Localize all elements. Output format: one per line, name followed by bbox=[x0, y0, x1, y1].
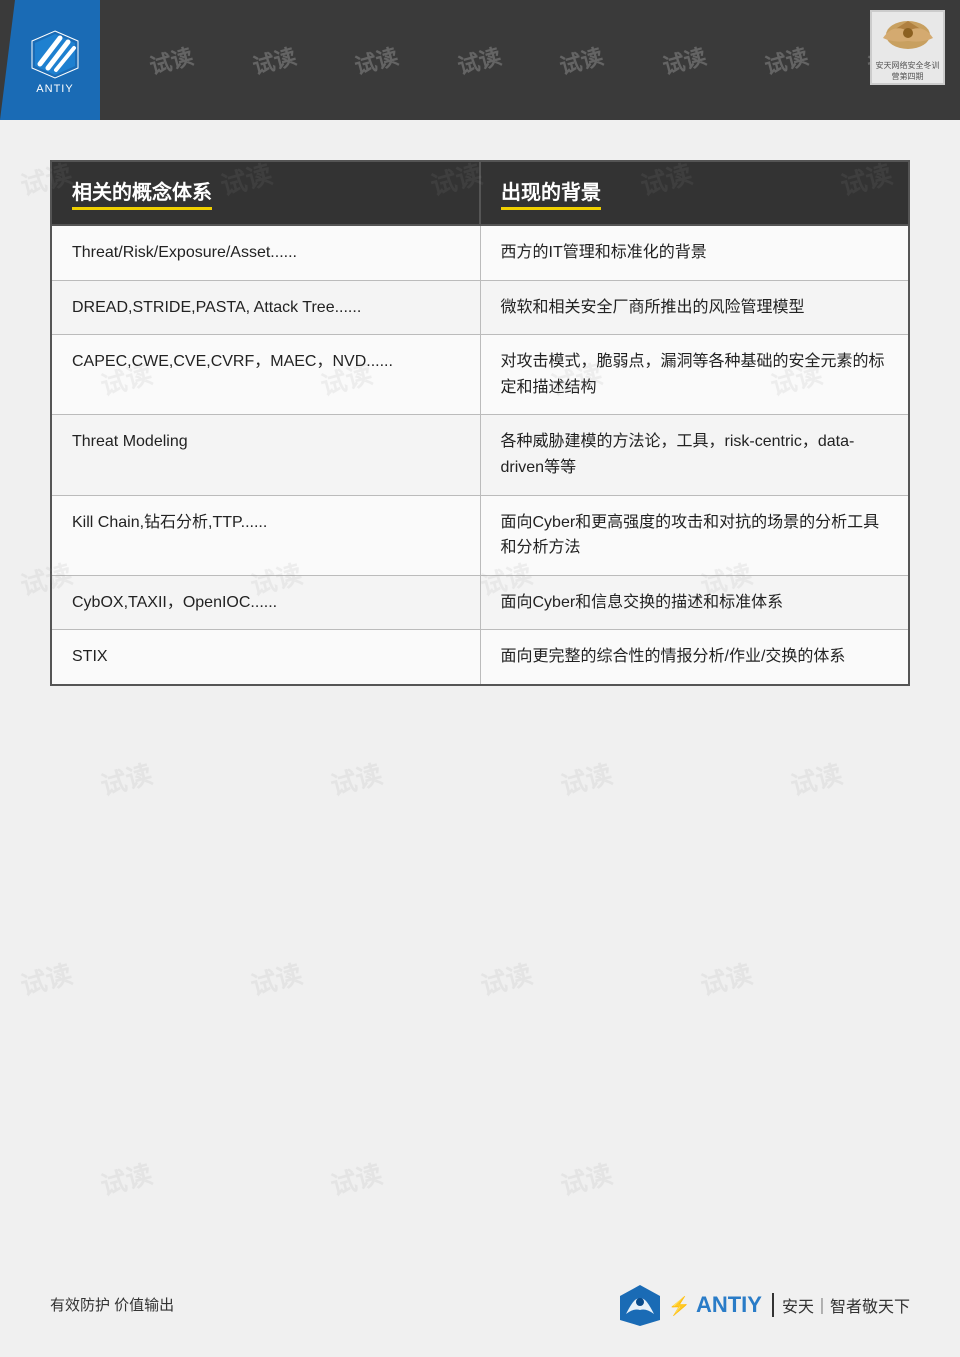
col-right-header-text: 出现的背景 bbox=[501, 176, 601, 210]
wm-4: 试读 bbox=[453, 39, 504, 81]
top-right-brand: 安天网络安全冬训营第四期 bbox=[870, 10, 945, 85]
table-row: Threat Modeling各种威胁建模的方法论，工具，risk-centri… bbox=[51, 415, 909, 495]
page-watermark-13: 试读 bbox=[96, 754, 156, 803]
table-cell-left: STIX bbox=[51, 630, 480, 685]
logo-text: ANTIY bbox=[36, 83, 73, 95]
page-watermark-20: 试读 bbox=[696, 954, 756, 1003]
brand-logo-inner: 安天网络安全冬训营第四期 bbox=[872, 13, 943, 82]
col-left-header-text: 相关的概念体系 bbox=[72, 176, 212, 210]
logo-box: ANTIY bbox=[0, 0, 100, 120]
main-table: 相关的概念体系 出现的背景 Threat/Risk/Exposure/Asset… bbox=[50, 160, 910, 686]
footer-brand-tagline: 安天｜智者敬天下 bbox=[772, 1293, 910, 1317]
col-right-header: 出现的背景 bbox=[480, 161, 909, 225]
table-cell-right: 微软和相关安全厂商所推出的风险管理模型 bbox=[480, 280, 909, 335]
table-row: Kill Chain,钻石分析,TTP......面向Cyber和更高强度的攻击… bbox=[51, 495, 909, 575]
page-watermark-23: 试读 bbox=[556, 1154, 616, 1203]
footer-brand-icon bbox=[618, 1282, 663, 1327]
col-left-header: 相关的概念体系 bbox=[51, 161, 480, 225]
footer: 有效防护 价值输出 ⚡ ANTIY 安天｜智者敬天下 bbox=[50, 1282, 910, 1327]
page-watermark-18: 试读 bbox=[246, 954, 306, 1003]
table-row: DREAD,STRIDE,PASTA, Attack Tree......微软和… bbox=[51, 280, 909, 335]
page-watermark-22: 试读 bbox=[326, 1154, 386, 1203]
wm-1: 试读 bbox=[146, 39, 197, 81]
wm-6: 试读 bbox=[658, 39, 709, 81]
page-watermark-17: 试读 bbox=[16, 954, 76, 1003]
table-cell-right: 面向更完整的综合性的情报分析/作业/交换的体系 bbox=[480, 630, 909, 685]
table-cell-left: DREAD,STRIDE,PASTA, Attack Tree...... bbox=[51, 280, 480, 335]
table-cell-left: Kill Chain,钻石分析,TTP...... bbox=[51, 495, 480, 575]
page-watermark-21: 试读 bbox=[96, 1154, 156, 1203]
wm-7: 试读 bbox=[761, 39, 812, 81]
footer-brand-name: ⚡ ANTIY bbox=[668, 1292, 762, 1318]
table-cell-right: 西方的IT管理和标准化的背景 bbox=[480, 225, 909, 280]
table-cell-right: 各种威胁建模的方法论，工具，risk-centric，data-driven等等 bbox=[480, 415, 909, 495]
table-cell-right: 面向Cyber和信息交换的描述和标准体系 bbox=[480, 575, 909, 630]
header: ANTIY 试读 试读 试读 试读 试读 试读 试读 试读 安天网络安全冬训营第… bbox=[0, 0, 960, 120]
wm-5: 试读 bbox=[556, 39, 607, 81]
page-watermark-14: 试读 bbox=[326, 754, 386, 803]
page-watermark-19: 试读 bbox=[476, 954, 536, 1003]
footer-right: ⚡ ANTIY 安天｜智者敬天下 bbox=[618, 1282, 910, 1327]
table-row: STIX面向更完整的综合性的情报分析/作业/交换的体系 bbox=[51, 630, 909, 685]
table-row: Threat/Risk/Exposure/Asset......西方的IT管理和… bbox=[51, 225, 909, 280]
table-cell-left: Threat Modeling bbox=[51, 415, 480, 495]
wm-2: 试读 bbox=[248, 39, 299, 81]
table-cell-left: CAPEC,CWE,CVE,CVRF，MAEC，NVD...... bbox=[51, 335, 480, 415]
footer-left-text: 有效防护 价值输出 bbox=[50, 1294, 174, 1315]
table-row: CAPEC,CWE,CVE,CVRF，MAEC，NVD......对攻击模式，脆… bbox=[51, 335, 909, 415]
table-row: CybOX,TAXII，OpenIOC......面向Cyber和信息交换的描述… bbox=[51, 575, 909, 630]
table-cell-left: Threat/Risk/Exposure/Asset...... bbox=[51, 225, 480, 280]
brand-logo-box: 安天网络安全冬训营第四期 bbox=[870, 10, 945, 85]
antiy-logo-icon bbox=[28, 26, 83, 81]
table-cell-right: 面向Cyber和更高强度的攻击和对抗的场景的分析工具和分析方法 bbox=[480, 495, 909, 575]
wm-3: 试读 bbox=[351, 39, 402, 81]
page-watermark-16: 试读 bbox=[786, 754, 846, 803]
page-watermark-15: 试读 bbox=[556, 754, 616, 803]
table-cell-right: 对攻击模式，脆弱点，漏洞等各种基础的安全元素的标定和描述结构 bbox=[480, 335, 909, 415]
table-cell-left: CybOX,TAXII，OpenIOC...... bbox=[51, 575, 480, 630]
content-area: 相关的概念体系 出现的背景 Threat/Risk/Exposure/Asset… bbox=[0, 120, 960, 716]
brand-sub-label: 安天网络安全冬训营第四期 bbox=[872, 61, 943, 82]
header-watermarks: 试读 试读 试读 试读 试读 试读 试读 试读 bbox=[0, 0, 960, 120]
